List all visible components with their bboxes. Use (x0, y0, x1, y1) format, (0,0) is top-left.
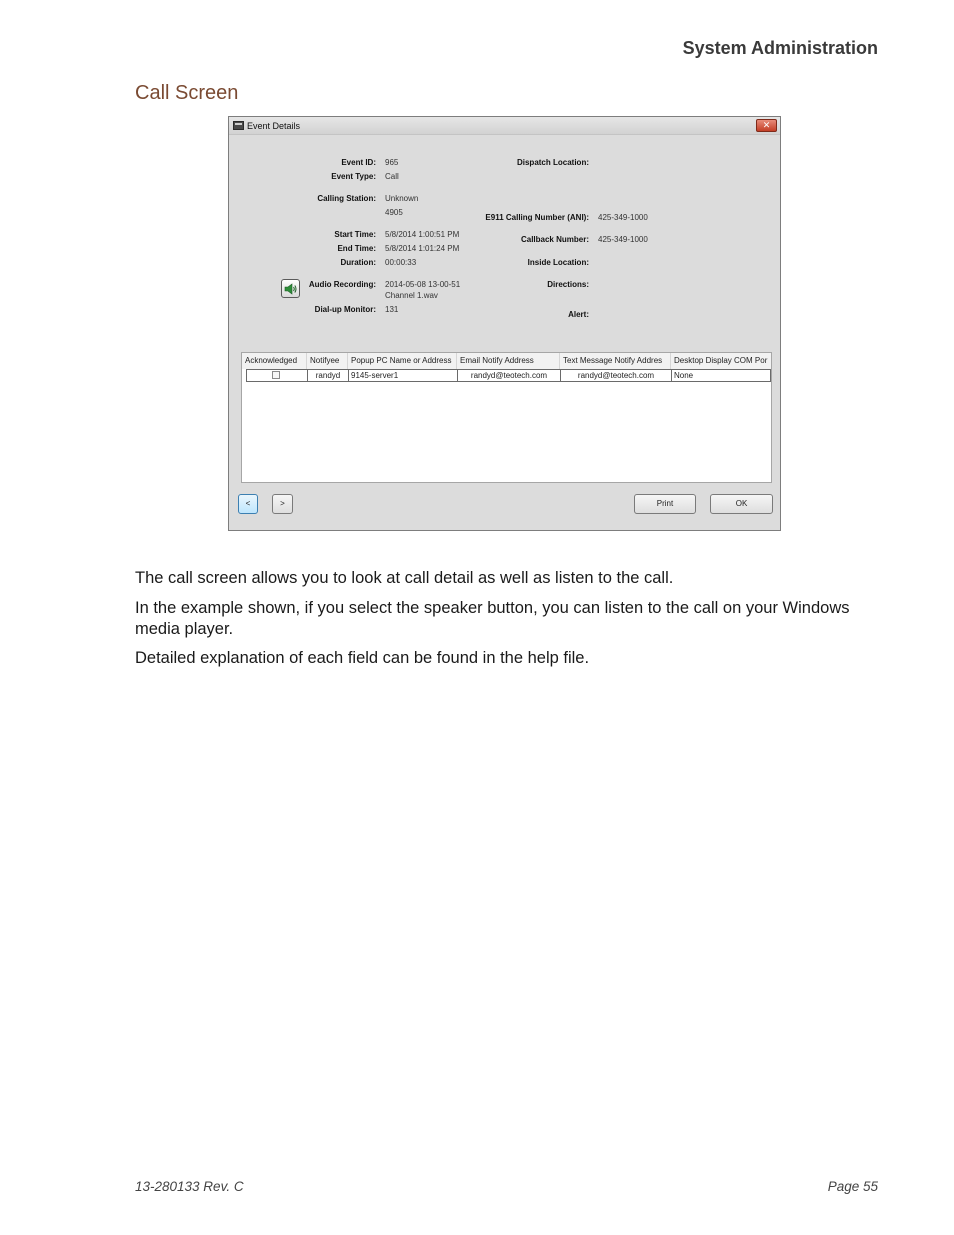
event-id-value: 965 (385, 158, 399, 167)
next-button[interactable]: > (272, 494, 293, 514)
column-header[interactable]: Desktop Display COM Por (671, 353, 771, 369)
start-time-value: 5/8/2014 1:00:51 PM (385, 230, 460, 239)
audio-recording-value: 2014-05-08 13-00-51 (385, 280, 461, 289)
duration-value: 00:00:33 (385, 258, 417, 267)
column-header[interactable]: Text Message Notify Addres (560, 353, 671, 369)
desktop-display-cell: None (674, 371, 694, 380)
speaker-button[interactable] (281, 279, 300, 298)
notification-grid[interactable]: Acknowledged Notifyee Popup PC Name or A… (241, 352, 772, 483)
event-type-label: Event Type: (331, 172, 376, 181)
event-id-label: Event ID: (341, 158, 376, 167)
previous-button[interactable]: < (238, 494, 258, 514)
calling-station-label: Calling Station: (317, 194, 376, 203)
duration-label: Duration: (340, 258, 376, 267)
close-button[interactable]: ✕ (756, 119, 777, 132)
ok-button[interactable]: OK (710, 494, 773, 514)
inside-location-label: Inside Location: (527, 258, 589, 267)
body-paragraph-1: The call screen allows you to look at ca… (135, 569, 674, 587)
body-paragraph-2: In the example shown, if you select the … (135, 599, 850, 638)
dispatch-location-label: Dispatch Location: (516, 158, 589, 167)
e911-label: E911 Calling Number (ANI): (485, 213, 589, 222)
directions-label: Directions: (547, 280, 589, 289)
event-type-value: Call (385, 172, 399, 181)
end-time-label: End Time: (337, 244, 376, 253)
footer-document-number: 13-280133 Rev. C (135, 1179, 244, 1194)
audio-recording-file: Channel 1.wav (385, 291, 438, 300)
e911-value: 425-349-1000 (598, 213, 648, 222)
speaker-icon (284, 283, 297, 295)
calling-station-value: Unknown (385, 194, 419, 203)
callback-number-value: 425-349-1000 (598, 235, 648, 244)
body-paragraph-3: Detailed explanation of each field can b… (135, 649, 590, 667)
start-time-label: Start Time: (334, 230, 376, 239)
event-details-dialog: Event Details ✕ Event ID: 965 Event Type… (228, 116, 781, 531)
notifyee-cell: randyd (308, 370, 349, 381)
dialog-title: Event Details (247, 121, 301, 131)
app-window-icon (233, 121, 244, 130)
print-button[interactable]: Print (634, 494, 696, 514)
footer-page-number: Page 55 (827, 1179, 878, 1194)
email-cell: randyd@teotech.com (458, 370, 561, 381)
acknowledged-checkbox[interactable] (272, 371, 280, 379)
audio-recording-label: Audio Recording: (308, 280, 376, 289)
column-header[interactable]: Acknowledged (242, 353, 307, 369)
text-message-cell: randyd@teotech.com (561, 370, 672, 381)
dialup-monitor-value: 131 (385, 305, 399, 314)
alert-label: Alert: (568, 310, 589, 319)
grid-header: Acknowledged Notifyee Popup PC Name or A… (242, 353, 771, 369)
popup-cell: 9145-server1 (349, 370, 458, 381)
column-header[interactable]: Notifyee (307, 353, 348, 369)
dialup-monitor-label: Dial-up Monitor: (314, 305, 376, 314)
column-header[interactable]: Popup PC Name or Address (348, 353, 457, 369)
end-time-value: 5/8/2014 1:01:24 PM (385, 244, 460, 253)
table-row[interactable]: randyd 9145-server1 randyd@teotech.com r… (246, 369, 771, 382)
dialog-titlebar: Event Details ✕ (229, 117, 780, 135)
acknowledged-cell (247, 370, 308, 381)
page-header-title: System Administration (682, 38, 878, 58)
callback-number-label: Callback Number: (520, 235, 589, 244)
column-header[interactable]: Email Notify Address (457, 353, 560, 369)
section-title: Call Screen (135, 82, 239, 104)
calling-station-value-2: 4905 (385, 208, 403, 217)
